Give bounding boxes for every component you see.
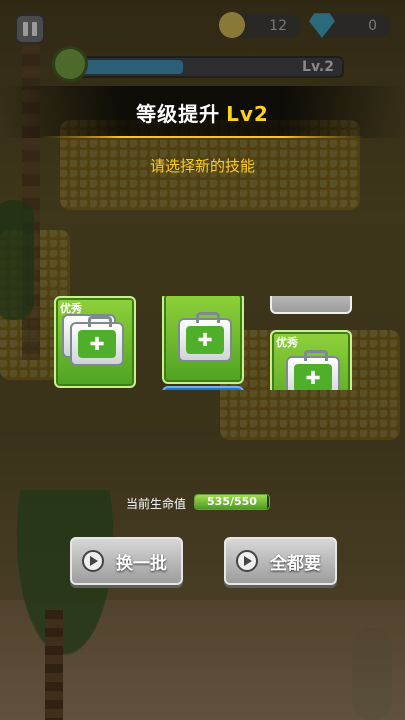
take-all-button[interactable]: 全都要 (224, 537, 337, 585)
skill-card-partial[interactable] (162, 386, 244, 390)
coin-counter: 12 (219, 12, 301, 38)
video-play-icon (82, 550, 104, 572)
title-text: 等级提升 (136, 102, 221, 126)
dialog-title: 等级提升 Lv2 (0, 98, 405, 127)
pause-icon (23, 22, 28, 36)
hp-label: 当前生命值 (126, 497, 187, 511)
video-play-icon (236, 550, 258, 572)
refresh-label: 换一批 (116, 553, 167, 574)
xp-bar: Lv.2 (62, 56, 344, 78)
pause-button[interactable] (15, 14, 45, 44)
skill-card[interactable]: ✚ (162, 296, 244, 384)
skill-card[interactable]: 优秀 ✚ (54, 296, 136, 388)
title-level: Lv2 (226, 102, 269, 126)
take-all-label: 全都要 (270, 553, 321, 574)
gem-count: 0 (368, 18, 377, 34)
dialog-subtitle: 请选择新的技能 (149, 157, 255, 175)
medkit-icon: ✚ (286, 350, 340, 390)
hp-bar: 535/550 (194, 494, 270, 510)
coin-count: 12 (269, 18, 287, 34)
pause-icon (32, 22, 37, 36)
card-rarity-tag: 优秀 (276, 336, 298, 349)
skill-card[interactable]: 优秀 ✚ (270, 330, 352, 390)
skill-card-carousel[interactable]: 优秀 ✚ ✚ 优秀 ✚ (52, 296, 357, 390)
title-divider (40, 136, 365, 138)
player-avatar-icon (52, 46, 88, 82)
gem-counter: 0 (309, 13, 391, 38)
refresh-button[interactable]: 换一批 (70, 537, 183, 585)
toolbox-wrench-icon: ✚ (178, 312, 232, 362)
coin-icon (219, 12, 245, 38)
double-toolbox-icon: ✚ (70, 316, 124, 366)
hp-value: 535/550 (207, 495, 257, 508)
level-badge: Lv.2 (302, 59, 334, 75)
skill-card-partial[interactable] (270, 296, 352, 314)
